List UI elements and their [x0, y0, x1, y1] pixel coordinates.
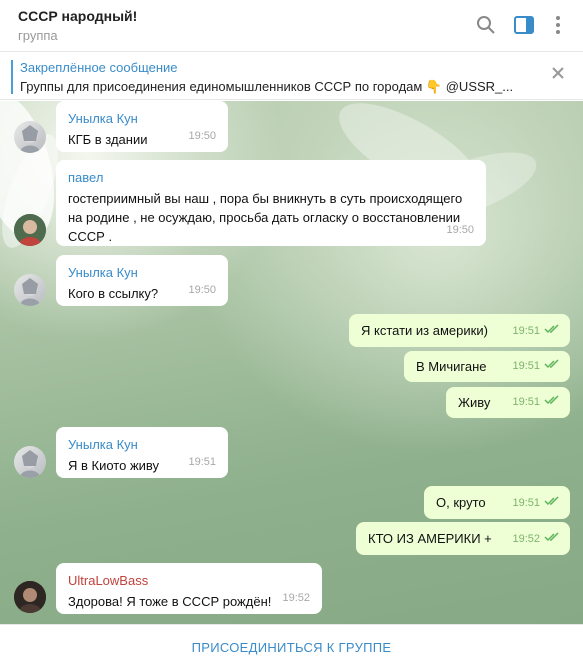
message-time: 19:51 [512, 497, 540, 509]
message-sender[interactable]: UltraLowBass [68, 571, 310, 590]
message-bubble-outgoing[interactable]: О, круто 19:51 [424, 486, 570, 519]
pinned-accent-bar [11, 60, 13, 94]
message-text: гостеприимный вы наш , пора бы вникнуть … [68, 191, 463, 244]
message-bubble[interactable]: UltraLowBass Здорова! Я тоже в СССР рожд… [56, 563, 322, 614]
message-bubble[interactable]: павел гостеприимный вы наш , пора бы вни… [56, 160, 486, 246]
chat-subtitle: группа [18, 28, 58, 43]
sidebar-toggle-icon[interactable] [511, 12, 537, 38]
message-time: 19:51 [512, 325, 540, 337]
pinned-title: Закреплённое сообщение [20, 60, 178, 75]
double-check-icon [544, 528, 560, 547]
message-time: 19:51 [512, 360, 540, 372]
message-sender[interactable]: Унылка Кун [68, 109, 216, 128]
message-time: 19:50 [188, 130, 216, 142]
chat-area[interactable]: Унылка Кун КГБ в здании 19:50 павел гост… [0, 101, 583, 624]
double-check-icon [544, 320, 560, 339]
chat-header: СССР народный! группа [0, 0, 583, 52]
message-bubble-outgoing[interactable]: В Мичигане 19:51 [404, 351, 570, 382]
message-text: Здорова! Я тоже в СССР рождён! [68, 594, 272, 609]
double-check-icon [544, 492, 560, 511]
message-bubble-outgoing[interactable]: Живу 19:51 [446, 387, 570, 418]
message-bubble-outgoing[interactable]: Я кстати из америки) 19:51 [349, 314, 570, 347]
close-icon[interactable] [551, 66, 565, 85]
message-time: 19:50 [188, 284, 216, 296]
message-time: 19:51 [512, 396, 540, 408]
pinned-text: Группы для присоединения единомышленнико… [20, 79, 514, 94]
message-bubble[interactable]: Унылка Кун КГБ в здании 19:50 [56, 101, 228, 152]
pinned-message-bar[interactable]: Закреплённое сообщение Группы для присое… [0, 52, 583, 100]
message-time: 19:52 [282, 592, 310, 604]
message-bubble[interactable]: Унылка Кун Кого в ссылку? 19:50 [56, 255, 228, 306]
more-menu-icon[interactable] [545, 12, 571, 38]
message-sender[interactable]: Унылка Кун [68, 263, 216, 282]
avatar[interactable] [14, 214, 46, 246]
message-text: Живу [458, 395, 491, 410]
join-group-button[interactable]: ПРИСОЕДИНИТЬСЯ К ГРУППЕ [192, 640, 392, 655]
message-sender[interactable]: Унылка Кун [68, 435, 216, 454]
avatar[interactable] [14, 581, 46, 613]
avatar[interactable] [14, 121, 46, 153]
message-bubble-outgoing[interactable]: КТО ИЗ АМЕРИКИ + 19:52 [356, 522, 570, 555]
join-bar: ПРИСОЕДИНИТЬСЯ К ГРУППЕ [0, 624, 583, 669]
message-time: 19:52 [512, 533, 540, 545]
double-check-icon [544, 355, 560, 374]
message-time: 19:50 [446, 224, 474, 236]
chat-title[interactable]: СССР народный! [18, 8, 137, 24]
message-bubble[interactable]: Унылка Кун Я в Киото живу 19:51 [56, 427, 228, 478]
message-sender[interactable]: павел [68, 168, 474, 187]
search-icon[interactable] [473, 12, 499, 38]
avatar[interactable] [14, 274, 46, 306]
avatar[interactable] [14, 446, 46, 478]
message-time: 19:51 [188, 456, 216, 468]
double-check-icon [544, 391, 560, 410]
